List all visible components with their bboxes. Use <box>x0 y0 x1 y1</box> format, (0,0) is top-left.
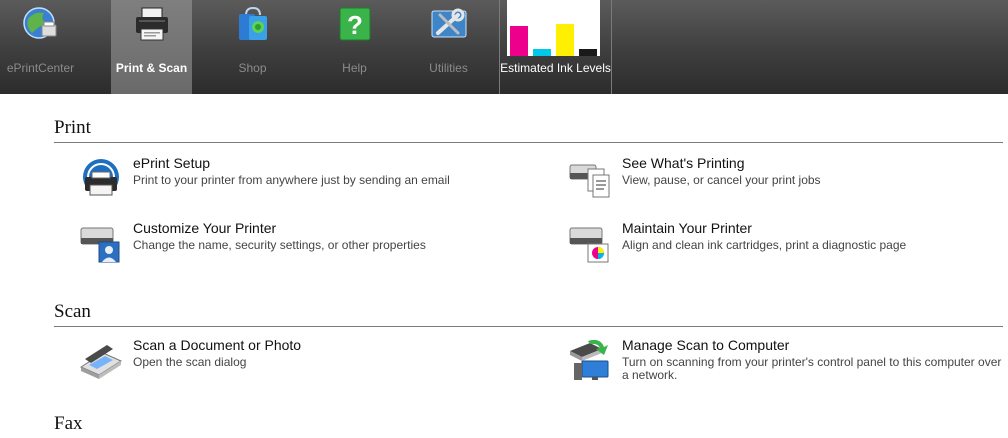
see-whats-printing-link[interactable]: See What's Printing View, pause, or canc… <box>568 155 988 205</box>
maintain-your-printer-title: Maintain Your Printer <box>622 220 752 236</box>
scan-to-computer-icon <box>570 339 609 380</box>
shop-button[interactable]: Shop <box>212 0 293 94</box>
manage-scan-to-computer-description: Turn on scanning from your printer's con… <box>622 355 1002 382</box>
ink-level-magenta <box>510 26 528 56</box>
maintain-your-printer-description: Align and clean ink cartridges, print a … <box>622 238 907 252</box>
manage-scan-to-computer-link[interactable]: Manage Scan to Computer Turn on scanning… <box>568 337 1001 392</box>
scan-document-or-photo-title: Scan a Document or Photo <box>133 337 302 353</box>
print-queue-icon <box>569 164 610 198</box>
help-button[interactable]: ? Help <box>314 0 395 94</box>
section-title-print: Print <box>54 117 91 138</box>
utilities-button[interactable]: Utilities <box>408 0 489 94</box>
section-divider <box>54 142 1003 143</box>
customize-your-printer-title: Customize Your Printer <box>133 220 277 236</box>
eprint-center-button[interactable]: ePrintCenter <box>0 0 81 94</box>
printer-icon <box>136 7 168 41</box>
ink-level-cyan <box>533 49 551 56</box>
maintain-your-printer-link[interactable]: Maintain Your Printer Align and clean in… <box>568 220 988 270</box>
customize-your-printer-link[interactable]: Customize Your Printer Change the name, … <box>79 220 499 270</box>
utilities-label: Utilities <box>429 61 468 75</box>
section-title-scan: Scan <box>54 301 91 322</box>
printer-properties-icon <box>80 227 120 263</box>
printer-maintenance-icon <box>569 227 609 263</box>
scanner-icon <box>79 345 123 379</box>
print-scan-label: Print & Scan <box>115 61 188 75</box>
svg-text:?: ? <box>347 10 363 40</box>
ink-level-gauge <box>507 0 600 56</box>
ink-level-yellow <box>556 24 574 56</box>
see-whats-printing-title: See What's Printing <box>622 155 745 171</box>
estimated-ink-levels-button[interactable]: Estimated Ink Levels <box>499 0 612 94</box>
manage-scan-to-computer-title: Manage Scan to Computer <box>622 337 790 353</box>
eprint-setup-icon <box>83 159 119 196</box>
print-scan-button[interactable]: Print & Scan <box>111 0 192 94</box>
help-icon: ? <box>339 7 371 41</box>
ink-level-black <box>579 49 597 56</box>
section-divider <box>54 326 1003 327</box>
eprint-center-label: ePrintCenter <box>6 61 75 75</box>
toolbar: ePrintCenter Print & Scan Shop ? Help Ut… <box>0 0 1008 94</box>
eprint-setup-title: ePrint Setup <box>133 155 211 171</box>
eprint-center-icon <box>23 7 57 39</box>
shopping-bag-icon <box>239 6 267 40</box>
scan-document-or-photo-link[interactable]: Scan a Document or Photo Open the scan d… <box>79 337 499 387</box>
estimated-ink-levels-label: Estimated Ink Levels <box>500 61 611 75</box>
customize-your-printer-description: Change the name, security settings, or o… <box>133 238 426 252</box>
scan-document-or-photo-description: Open the scan dialog <box>133 355 247 369</box>
utilities-icon <box>431 8 467 38</box>
shop-label: Shop <box>238 61 267 75</box>
eprint-setup-description: Print to your printer from anywhere just… <box>133 173 450 187</box>
eprint-setup-link[interactable]: ePrint Setup Print to your printer from … <box>79 155 499 205</box>
help-label: Help <box>342 61 367 75</box>
see-whats-printing-description: View, pause, or cancel your print jobs <box>622 173 821 187</box>
section-title-fax: Fax <box>54 413 83 434</box>
